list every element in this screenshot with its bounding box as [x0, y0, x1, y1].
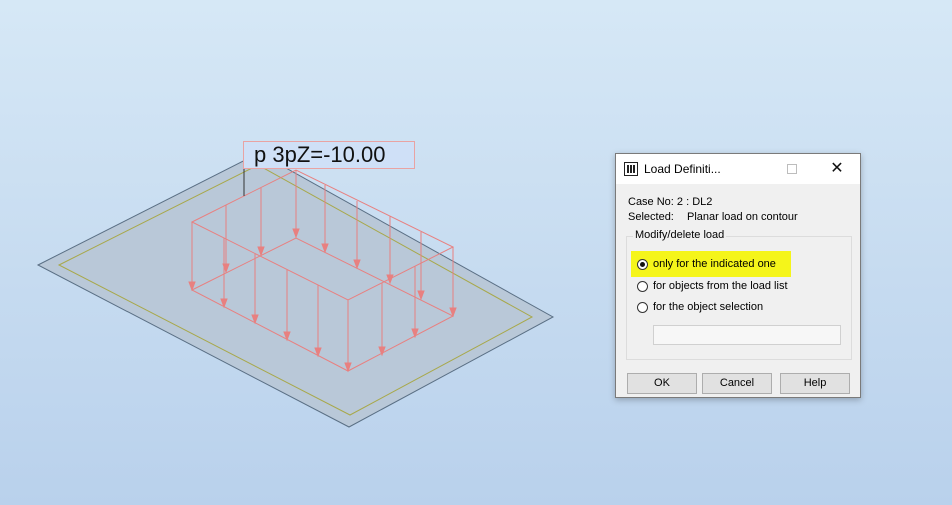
selected-row: Selected: Planar load on contour [628, 211, 798, 223]
radio-unchecked-icon[interactable] [637, 302, 648, 313]
radio-label: for objects from the load list [653, 280, 788, 292]
object-selection-field[interactable] [653, 325, 841, 345]
radio-label: for the object selection [653, 301, 764, 313]
dialog-titlebar[interactable]: Load Definiti... ✕ [616, 154, 860, 184]
case-number-text: Case No: 2 : DL2 [628, 196, 713, 208]
load-value-label[interactable]: p 3pZ=-10.00 [243, 141, 415, 169]
radio-checked-icon[interactable] [637, 259, 648, 270]
close-icon[interactable]: ✕ [824, 157, 850, 181]
ok-button[interactable]: OK [627, 373, 697, 394]
group-title: Modify/delete load [633, 229, 727, 241]
selected-label: Selected: [628, 211, 674, 223]
selected-value: Planar load on contour [687, 211, 798, 223]
maximize-icon[interactable] [782, 159, 802, 179]
modify-delete-group: Modify/delete load only for the indicate… [626, 229, 852, 360]
dialog-title: Load Definiti... [644, 162, 721, 176]
radio-unchecked-icon[interactable] [637, 281, 648, 292]
app-icon [624, 162, 638, 176]
cancel-button[interactable]: Cancel [702, 373, 772, 394]
load-definition-dialog: Load Definiti... ✕ Case No: 2 : DL2 Sele… [615, 153, 861, 398]
radio-label: only for the indicated one [653, 258, 776, 270]
help-button[interactable]: Help [780, 373, 850, 394]
